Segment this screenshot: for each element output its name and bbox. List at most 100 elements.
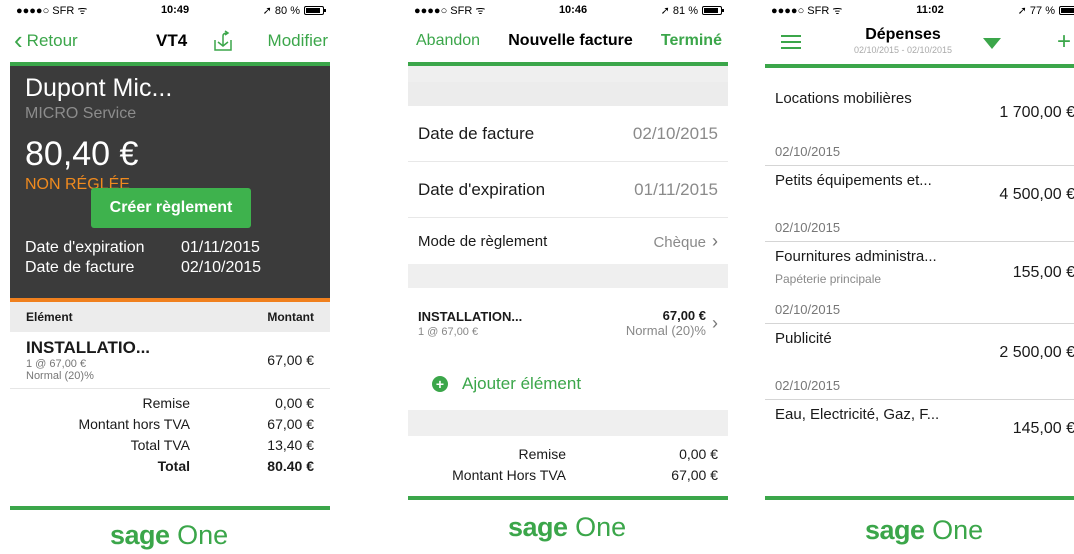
expense-date: 02/10/2015 <box>775 378 841 393</box>
back-button[interactable]: ‹ Retour <box>14 27 78 53</box>
total-label: Montant hors TVA <box>78 416 190 432</box>
expenses-screen: ●●●●○ SFR ᯤ 11:02 ➚ 77 % Dépenses 02/10/… <box>765 0 1074 510</box>
item-name: INSTALLATIO... <box>26 338 151 357</box>
invoice-date-value: 02/10/2015 <box>181 259 262 276</box>
status-bar: ●●●●○ SFR ᯤ 10:46 ➚ 81 % <box>408 0 728 20</box>
totals: Remise 0,00 € Montant Hors TVA 67,00 € <box>408 436 728 486</box>
dropdown-triangle-icon[interactable] <box>983 38 1001 49</box>
battery-label: ➚ 80 % <box>262 4 300 17</box>
total-value: 67,00 € <box>671 467 718 483</box>
payment-mode-field[interactable]: Mode de règlement Chèque › <box>408 218 728 264</box>
total-label: Total <box>157 458 190 474</box>
carrier-label: ●●●●○ SFR ᯤ <box>771 4 843 17</box>
date-range: 02/10/2015 - 02/10/2015 <box>853 45 953 55</box>
table-header: Elément Montant <box>10 302 330 332</box>
field-label: Mode de règlement <box>418 232 548 250</box>
done-button[interactable]: Terminé <box>661 32 722 50</box>
expense-description: Eau, Electricité, Gaz, F... <box>775 406 940 423</box>
list-item[interactable]: Petits équipements et... 4 500,00 € 02/1… <box>765 166 1074 242</box>
field-value: Chèque <box>653 233 706 251</box>
bottom-divider <box>765 496 1074 500</box>
field-value: 01/11/2015 <box>634 179 718 199</box>
field-value: 02/10/2015 <box>632 123 718 143</box>
share-icon[interactable] <box>212 30 234 52</box>
invoice-header: Dupont Mic... MICRO Service 80,40 € NON … <box>10 66 330 302</box>
status-bar: ●●●●○ SFR ᯤ 11:02 ➚ 77 % <box>765 0 1074 20</box>
chevron-right-icon: › <box>712 312 718 333</box>
expense-amount: 145,00 € <box>1012 420 1074 437</box>
expense-description: Petits équipements et... <box>775 172 932 189</box>
plus-circle-icon: + <box>432 376 448 392</box>
nav-bar: Dépenses 02/10/2015 - 02/10/2015 + <box>765 20 1074 68</box>
total-row: Remise 0,00 € <box>10 393 330 414</box>
item-quantity: 1 @ 67,00 € <box>26 358 87 370</box>
nav-bar: Abandon Nouvelle facture Terminé <box>408 20 728 66</box>
chevron-right-icon: › <box>712 230 718 251</box>
list-item[interactable]: INSTALLATION... 1 @ 67,00 € 67,00 € Norm… <box>408 288 728 358</box>
expense-description: Locations mobilières <box>775 90 912 107</box>
expiry-date-field[interactable]: Date d'expiration 01/11/2015 <box>408 162 728 218</box>
battery-label: ➚ 81 % <box>660 4 698 17</box>
sage-one-logo: sage One <box>508 512 627 542</box>
item-tax: Normal (20)% <box>26 370 94 382</box>
item-amount: 67,00 € <box>267 352 314 368</box>
new-invoice-screen: ●●●●○ SFR ᯤ 10:46 ➚ 81 % Abandon Nouvell… <box>408 0 728 510</box>
menu-icon[interactable] <box>781 35 801 49</box>
item-quantity: 1 @ 67,00 € <box>418 325 479 338</box>
invoice-amount: 80,40 € <box>25 135 139 173</box>
create-payment-button[interactable]: Créer règlement <box>91 188 251 228</box>
carrier-label: ●●●●○ SFR ᯤ <box>414 4 486 17</box>
expense-date: 02/10/2015 <box>775 144 841 159</box>
field-label: Date de facture <box>418 123 535 143</box>
nav-bar: ‹ Retour VT4 Modifier <box>10 20 330 66</box>
invoice-date-field[interactable]: Date de facture 02/10/2015 <box>408 106 728 162</box>
edit-button[interactable]: Modifier <box>268 31 328 51</box>
expense-description: Publicité <box>775 330 832 347</box>
total-value: 0,00 € <box>275 395 314 411</box>
bottom-divider <box>10 506 330 510</box>
item-amount: 67,00 € <box>662 308 706 323</box>
expense-amount: 1 700,00 € <box>999 104 1074 121</box>
total-value: 67,00 € <box>267 416 314 432</box>
page-title: Nouvelle facture <box>508 32 633 49</box>
add-item-label: Ajouter élément <box>462 374 582 393</box>
battery-icon <box>1059 5 1074 15</box>
total-label: Montant Hors TVA <box>452 467 566 483</box>
column-header-amount: Montant <box>267 310 314 324</box>
item-tax: Normal (20)% <box>625 323 706 338</box>
list-item[interactable]: Publicité 2 500,00 € 02/10/2015 <box>765 324 1074 400</box>
battery-icon <box>303 5 326 15</box>
clock-label: 10:49 <box>160 4 190 16</box>
total-label: Remise <box>518 446 566 462</box>
field-label: Date d'expiration <box>418 179 546 199</box>
battery-label: ➚ 77 % <box>1017 4 1055 17</box>
list-item[interactable]: Fournitures administra... Papéterie prin… <box>765 242 1074 324</box>
total-row: Montant Hors TVA 67,00 € <box>408 465 728 486</box>
total-value: 13,40 € <box>267 437 314 453</box>
expense-date: 02/10/2015 <box>775 220 841 235</box>
total-row: Total TVA 13,40 € <box>10 435 330 456</box>
invoice-detail-screen: ●●●●○ SFR ᯤ 10:49 ➚ 80 % ‹ Retour VT4 Mo… <box>10 0 330 510</box>
expense-amount: 2 500,00 € <box>999 344 1074 361</box>
expense-date: 02/10/2015 <box>775 302 841 317</box>
item-name: INSTALLATION... <box>418 308 523 324</box>
total-label: Remise <box>142 395 190 411</box>
list-item[interactable]: Eau, Electricité, Gaz, F... 145,00 € <box>765 400 1074 460</box>
add-item-button[interactable]: + Ajouter élément <box>408 358 728 410</box>
total-row: Remise 0,00 € <box>408 444 728 465</box>
grand-total-row: Total 80.40 € <box>10 456 330 477</box>
add-icon[interactable]: + <box>1057 28 1071 56</box>
total-row: Montant hors TVA 67,00 € <box>10 414 330 435</box>
cancel-button[interactable]: Abandon <box>416 32 480 50</box>
total-label: Total TVA <box>130 437 190 453</box>
table-row[interactable]: INSTALLATIO... 1 @ 67,00 € Normal (20)% … <box>10 332 330 389</box>
expiry-date-value: 01/11/2015 <box>181 239 260 256</box>
list-item[interactable]: Locations mobilières 1 700,00 € 02/10/20… <box>765 68 1074 166</box>
expense-amount: 155,00 € <box>1012 264 1074 281</box>
sage-one-logo: sage One <box>110 520 229 550</box>
total-value: 0,00 € <box>679 446 718 462</box>
customer-name: Dupont Mic... <box>25 74 173 102</box>
total-value: 80.40 € <box>267 458 314 474</box>
company-name: MICRO Service <box>25 105 137 122</box>
totals: Remise 0,00 € Montant hors TVA 67,00 € Tot… <box>10 389 330 477</box>
